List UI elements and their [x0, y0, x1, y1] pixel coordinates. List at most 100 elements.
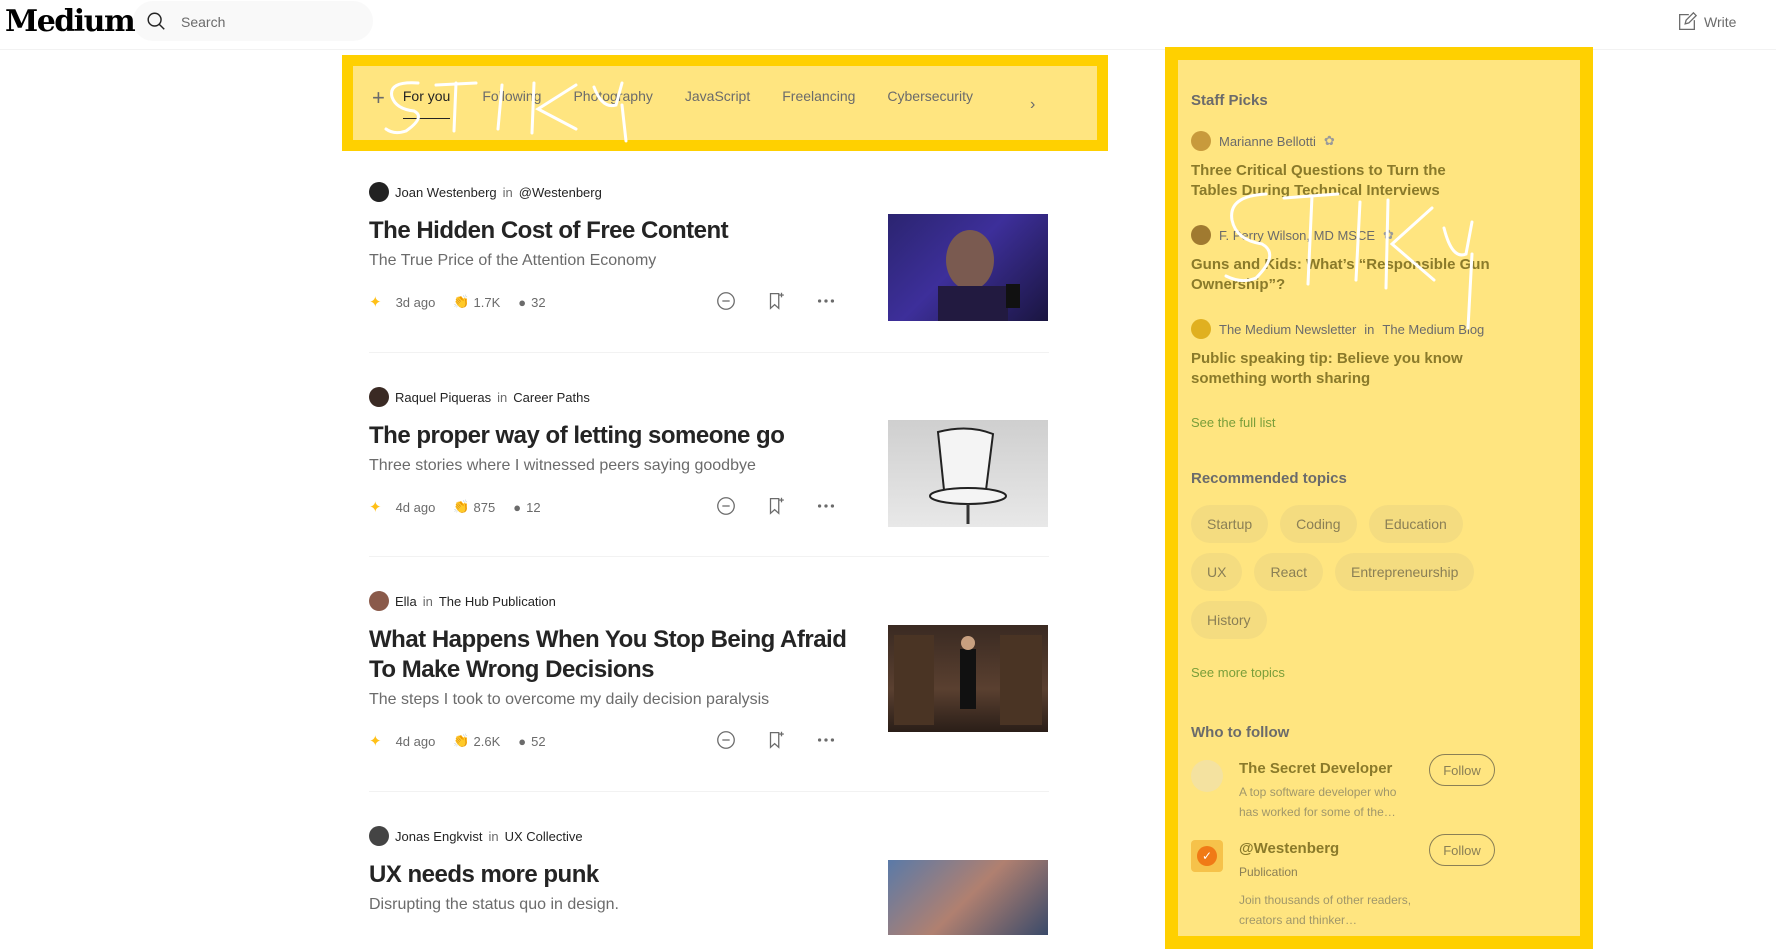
article-title[interactable]: UX needs more punk — [369, 860, 849, 890]
pick-title[interactable]: Guns and Kids: What’s “Responsible Gun O… — [1191, 255, 1491, 295]
member-star-icon: ✦ — [369, 499, 382, 516]
pick-author-name[interactable]: F. Perry Wilson, MD MSCE — [1219, 228, 1375, 243]
article-subtitle: Disrupting the status quo in design. — [369, 896, 619, 913]
search-bar[interactable]: Search — [133, 1, 373, 41]
author-name[interactable]: Raquel Piqueras — [395, 390, 491, 405]
article-thumbnail[interactable] — [888, 420, 1048, 527]
author-name[interactable]: Jonas Engkvist — [395, 829, 482, 844]
thumbnail-image — [894, 635, 1042, 725]
staff-pick-item[interactable]: Marianne Bellotti ✿ Three Critical Quest… — [1191, 131, 1531, 201]
bookmark-icon[interactable] — [765, 729, 787, 751]
topic-chip[interactable]: Education — [1368, 505, 1463, 543]
follow-button[interactable]: Follow — [1429, 834, 1495, 866]
follow-description: Join thousands of other readers, creator… — [1239, 893, 1412, 927]
article-date: 4d ago — [395, 733, 436, 749]
clap-icon: 👏 — [453, 294, 470, 309]
topic-chip[interactable]: React — [1254, 553, 1324, 591]
more-icon[interactable] — [815, 290, 837, 312]
thumbnail-image — [929, 427, 1007, 524]
author-name[interactable]: Ella — [395, 594, 417, 609]
article-actions — [715, 729, 837, 751]
show-less-icon[interactable] — [715, 495, 737, 517]
author-name[interactable]: Joan Westenberg — [395, 185, 497, 200]
avatar[interactable] — [1191, 760, 1223, 792]
follow-name[interactable]: The Secret Developer — [1239, 760, 1392, 777]
staff-pick-item[interactable]: F. Perry Wilson, MD MSCE ✿ Guns and Kids… — [1191, 225, 1531, 295]
pick-title[interactable]: Public speaking tip: Believe you know so… — [1191, 349, 1491, 389]
add-topic-button[interactable]: + — [372, 87, 385, 109]
chevron-right-icon[interactable]: › — [1030, 96, 1035, 114]
avatar — [1191, 319, 1211, 339]
tab-cybersecurity[interactable]: Cybersecurity — [887, 88, 973, 118]
pick-author-name[interactable]: Marianne Bellotti — [1219, 134, 1316, 149]
follow-button[interactable]: Follow — [1429, 754, 1495, 786]
topic-chip[interactable]: UX — [1191, 553, 1243, 591]
topic-chip[interactable]: Entrepreneurship — [1335, 553, 1475, 591]
show-less-icon[interactable] — [715, 290, 737, 312]
tab-photography[interactable]: Photography — [573, 88, 652, 118]
responses-count[interactable]: ● 52 — [518, 734, 545, 749]
article-subtitle: The True Price of the Attention Economy — [369, 252, 657, 269]
topic-chip[interactable]: History — [1191, 601, 1267, 639]
article-date: 4d ago — [395, 499, 436, 515]
clap-icon: 👏 — [453, 733, 470, 748]
publication-name[interactable]: The Hub Publication — [439, 594, 556, 609]
show-less-icon[interactable] — [715, 729, 737, 751]
article-title[interactable]: The Hidden Cost of Free Content — [369, 216, 849, 246]
tab-freelancing[interactable]: Freelancing — [782, 88, 855, 118]
responses-count[interactable]: ● 32 — [518, 295, 545, 310]
search-icon — [147, 12, 165, 30]
check-badge-icon: ✓ — [1197, 846, 1217, 866]
tab-following[interactable]: Following — [482, 88, 541, 118]
write-button[interactable]: Write — [1676, 10, 1736, 34]
publication-name[interactable]: @Westenberg — [519, 185, 602, 200]
avatar — [1191, 131, 1211, 151]
topic-tabs: + For you Following Photography JavaScri… — [372, 87, 1005, 128]
pick-author: The Medium Newsletter in The Medium Blog — [1191, 319, 1531, 339]
responses-count[interactable]: ● 12 — [513, 500, 540, 515]
article-title[interactable]: What Happens When You Stop Being Afraid … — [369, 625, 849, 685]
bookmark-icon[interactable] — [765, 495, 787, 517]
comment-icon: ● — [518, 294, 527, 310]
article-meta: ✦ 4d ago 👏 875 ● 12 — [369, 497, 849, 517]
article-actions — [715, 495, 837, 517]
article-author: Joan Westenberg in @Westenberg — [369, 182, 1049, 202]
clap-icon: 👏 — [453, 499, 470, 514]
recommended-topics: Recommended topics Startup Coding Educat… — [1191, 470, 1531, 680]
medium-logo[interactable]: Medium — [5, 4, 136, 39]
pick-title[interactable]: Three Critical Questions to Turn the Tab… — [1191, 161, 1491, 201]
article-author: Ella in The Hub Publication — [369, 591, 1049, 611]
topic-chip[interactable]: Startup — [1191, 505, 1269, 543]
topics-title: Recommended topics — [1191, 470, 1347, 487]
who-to-follow: Who to follow The Secret Developer A top… — [1191, 724, 1531, 944]
article-divider — [369, 352, 1049, 353]
comment-icon: ● — [513, 499, 522, 515]
follow-name[interactable]: @Westenberg — [1239, 840, 1339, 857]
tab-javascript[interactable]: JavaScript — [685, 88, 750, 118]
tab-for-you[interactable]: For you — [402, 88, 451, 119]
more-icon[interactable] — [815, 729, 837, 751]
pick-author-name[interactable]: The Medium Newsletter — [1219, 322, 1356, 337]
article-thumbnail[interactable] — [888, 214, 1048, 321]
thumbnail-image — [938, 230, 1020, 321]
see-full-list-link[interactable]: See the full list — [1191, 415, 1531, 430]
member-star-icon: ✦ — [369, 733, 382, 750]
staff-picks: Staff Picks Marianne Bellotti ✿ Three Cr… — [1191, 92, 1531, 430]
staff-pick-item[interactable]: The Medium Newsletter in The Medium Blog… — [1191, 319, 1531, 389]
avatar — [1191, 225, 1211, 245]
article-subtitle: The steps I took to overcome my daily de… — [369, 691, 770, 708]
pick-publication[interactable]: The Medium Blog — [1382, 322, 1484, 337]
article-title[interactable]: The proper way of letting someone go — [369, 421, 849, 451]
more-icon[interactable] — [815, 495, 837, 517]
see-more-topics-link[interactable]: See more topics — [1191, 665, 1531, 680]
article-thumbnail[interactable] — [888, 860, 1048, 935]
publication-name[interactable]: Career Paths — [513, 390, 590, 405]
topic-chip[interactable]: Coding — [1280, 505, 1357, 543]
search-input[interactable]: Search — [181, 14, 225, 30]
article-thumbnail[interactable] — [888, 625, 1048, 732]
bookmark-icon[interactable] — [765, 290, 787, 312]
publication-name[interactable]: UX Collective — [505, 829, 583, 844]
avatar — [369, 387, 389, 407]
verified-icon: ✿ — [1323, 133, 1335, 148]
avatar[interactable]: ✓ — [1191, 840, 1223, 872]
